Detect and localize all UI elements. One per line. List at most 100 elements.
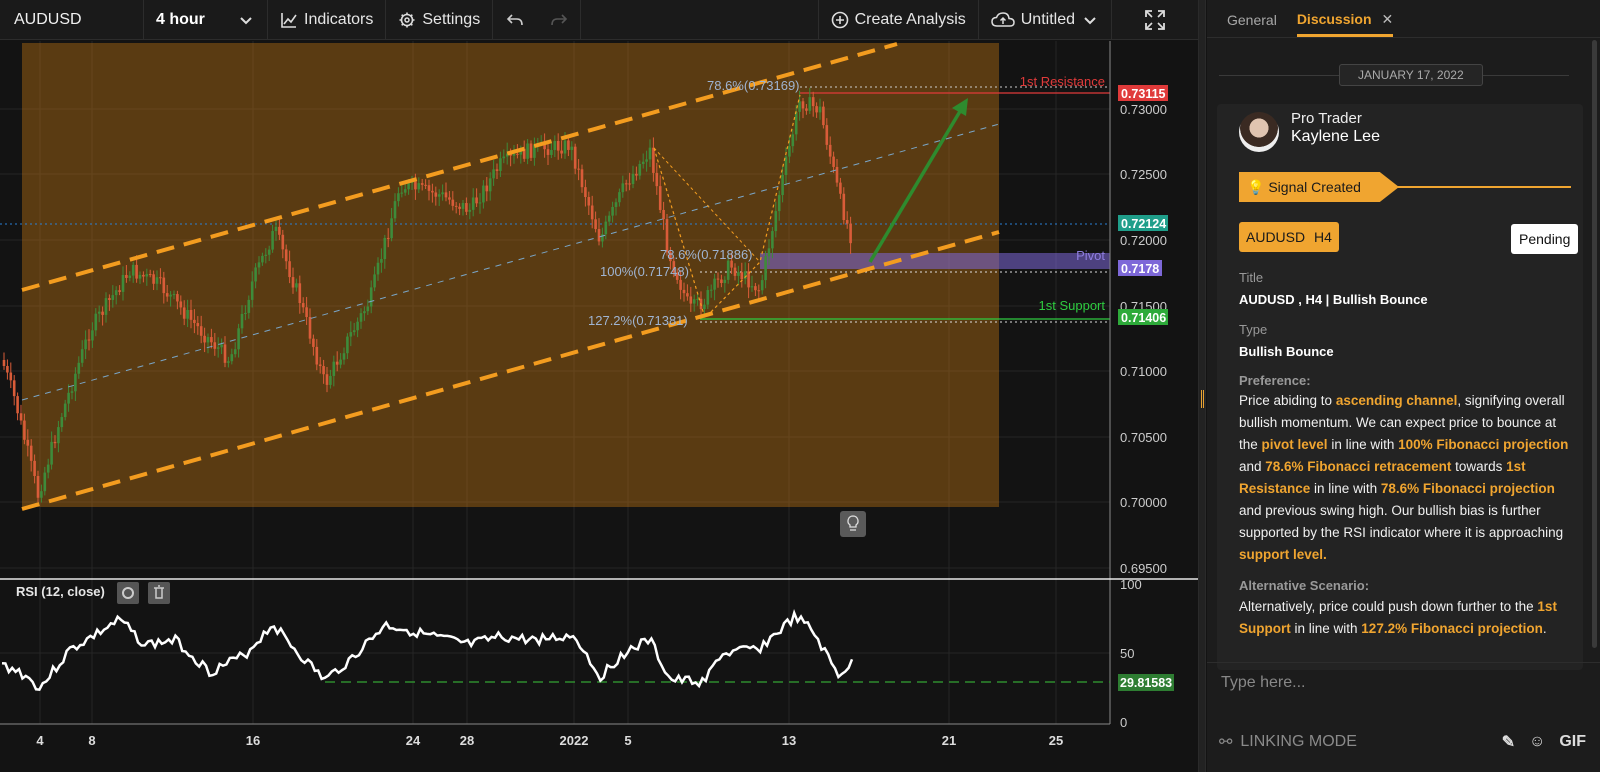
candle-body xyxy=(590,205,594,220)
pivot-tag-text: 0.7178 xyxy=(1121,262,1159,276)
candle-body xyxy=(60,417,64,428)
candle-body xyxy=(145,274,149,277)
candle-body xyxy=(400,192,404,194)
candle-body xyxy=(465,203,468,212)
symbol-chip[interactable]: AUDUSD xyxy=(1239,222,1313,252)
interval-dropdown[interactable]: 4 hour xyxy=(144,0,268,40)
candle-body xyxy=(359,313,363,322)
candle-body xyxy=(580,169,584,188)
layout-dropdown[interactable]: Untitled xyxy=(979,0,1112,40)
candle-body xyxy=(577,168,580,170)
time-tick: 4 xyxy=(36,733,44,748)
price-tick: 0.72500 xyxy=(1120,167,1167,182)
time-tick: 13 xyxy=(782,733,796,748)
candle-body xyxy=(529,143,533,158)
settings-label: Settings xyxy=(422,10,481,28)
candle-body xyxy=(118,290,121,292)
gif-button[interactable]: GIF xyxy=(1559,733,1586,751)
indicators-button[interactable]: Indicators xyxy=(268,0,387,40)
candle-body xyxy=(383,237,387,260)
chart-area[interactable]: 1st Resistance Pivot 1st Support 78.6%(0… xyxy=(0,41,1198,772)
candle-body xyxy=(94,313,98,331)
candle-body xyxy=(839,182,842,194)
candle-body xyxy=(573,146,577,169)
message-input[interactable]: Type here... xyxy=(1207,662,1600,706)
candle-body xyxy=(142,274,145,277)
candle-body xyxy=(349,332,353,337)
attachment-icon[interactable]: ✎ xyxy=(1502,732,1515,752)
candle-body xyxy=(203,335,206,343)
candle-body xyxy=(339,359,342,365)
candle-body xyxy=(454,205,458,207)
candle-body xyxy=(70,391,74,393)
candle-body xyxy=(67,392,70,404)
candle-body xyxy=(108,298,111,300)
avatar[interactable] xyxy=(1239,112,1279,152)
chevron-down-icon xyxy=(1084,16,1096,24)
highlight: 100% Fibonacci projection xyxy=(1398,437,1569,452)
emoji-icon[interactable]: ☺ xyxy=(1529,733,1545,751)
candle-body xyxy=(63,403,67,418)
candle-body xyxy=(424,184,427,186)
fullscreen-button[interactable] xyxy=(1112,0,1198,40)
candle-body xyxy=(332,361,336,376)
candle-body xyxy=(764,256,767,281)
settings-button[interactable]: Settings xyxy=(386,0,494,40)
time-tick: 8 xyxy=(88,733,95,748)
candle-body xyxy=(502,156,506,159)
time-tick: 21 xyxy=(942,733,956,748)
toolbar-spacer xyxy=(581,0,819,40)
linking-mode-toggle[interactable]: LINKING MODE xyxy=(1240,733,1356,751)
panel-scrollbar[interactable] xyxy=(1592,40,1597,648)
candle-body xyxy=(553,140,557,150)
candle-body xyxy=(444,192,448,198)
candle-body xyxy=(407,183,410,190)
status-badge: Pending xyxy=(1511,224,1579,254)
candle-body xyxy=(635,173,638,176)
candle-body xyxy=(485,185,489,192)
candle-body xyxy=(284,249,288,262)
tab-discussion[interactable]: Discussion ✕ xyxy=(1296,11,1394,37)
candle-body xyxy=(6,366,9,373)
fib-ext-label: 127.2%(0.71381) xyxy=(588,313,688,328)
tab-general[interactable]: General xyxy=(1227,12,1277,37)
candle-body xyxy=(652,147,655,173)
candle-body xyxy=(101,311,104,315)
candle-body xyxy=(458,206,461,209)
close-icon[interactable]: ✕ xyxy=(1382,11,1394,28)
rsi-settings-button[interactable] xyxy=(117,582,139,604)
candle-body xyxy=(628,183,631,185)
drag-handle-icon xyxy=(1201,390,1204,408)
candle-body xyxy=(159,277,162,279)
highlight: 78.6% Fibonacci projection xyxy=(1380,481,1555,496)
symbol-selector[interactable]: AUDUSD xyxy=(0,0,144,40)
redo-button[interactable] xyxy=(537,0,582,40)
candle-body xyxy=(254,267,257,282)
candle-body xyxy=(111,295,115,300)
create-analysis-button[interactable]: Create Analysis xyxy=(819,0,979,40)
price-chart-svg[interactable]: 1st Resistance Pivot 1st Support 78.6%(0… xyxy=(0,41,1198,772)
candle-body xyxy=(397,193,400,202)
candle-body xyxy=(461,203,465,209)
candle-body xyxy=(186,309,189,319)
author-name[interactable]: Kaylene Lee xyxy=(1291,128,1380,146)
timeframe-chip[interactable]: H4 xyxy=(1307,222,1339,252)
candle-body xyxy=(227,361,230,363)
candle-body xyxy=(607,215,611,222)
candle-body xyxy=(726,260,730,280)
linking-mode-icon[interactable]: ⚯ xyxy=(1219,732,1232,752)
fib-mid-label: 78.6%(0.71886) xyxy=(660,247,753,262)
candle-body xyxy=(363,311,366,314)
candle-body xyxy=(104,298,108,315)
undo-button[interactable] xyxy=(493,0,537,40)
panel-splitter[interactable] xyxy=(1198,0,1206,772)
candle-body xyxy=(414,180,417,190)
candle-body xyxy=(182,307,186,319)
candle-body xyxy=(322,366,325,375)
candle-body xyxy=(692,299,696,304)
candle-body xyxy=(801,101,805,109)
composer-footer: ⚯ LINKING MODE ✎ ☺ GIF xyxy=(1207,724,1600,760)
idea-marker[interactable] xyxy=(840,511,866,537)
candle-body xyxy=(346,336,349,354)
support-tag-text: 0.71406 xyxy=(1121,311,1166,325)
